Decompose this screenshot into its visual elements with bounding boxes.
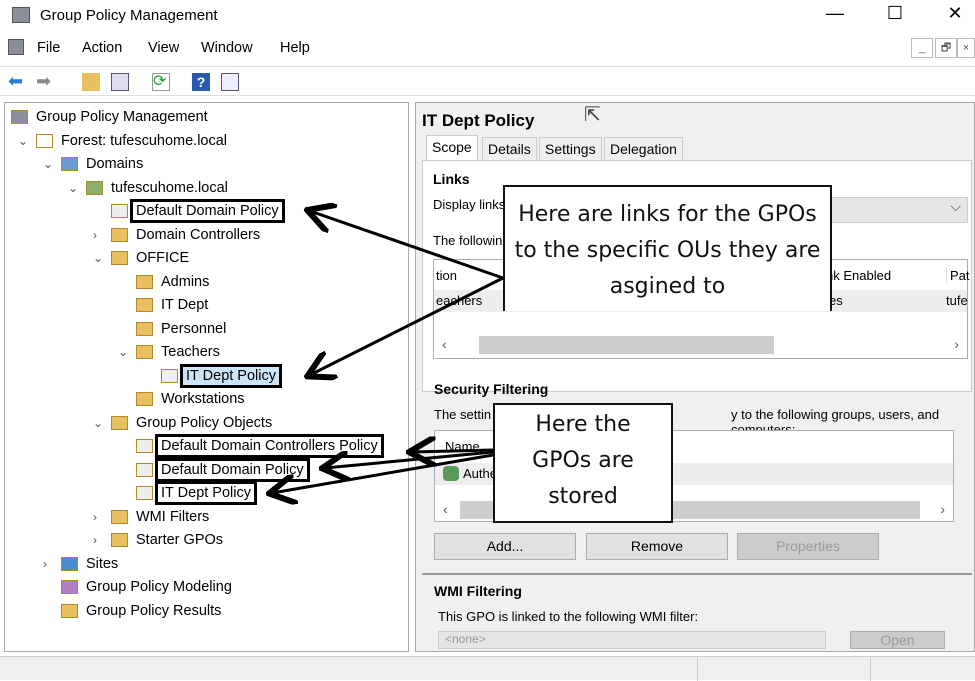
arrow-to-it-dept-link [310, 276, 504, 375]
annotation-arrows [0, 0, 504, 680]
arrow-to-it-dept-policy [272, 453, 494, 493]
arrow-to-default-domain-link [310, 211, 504, 280]
